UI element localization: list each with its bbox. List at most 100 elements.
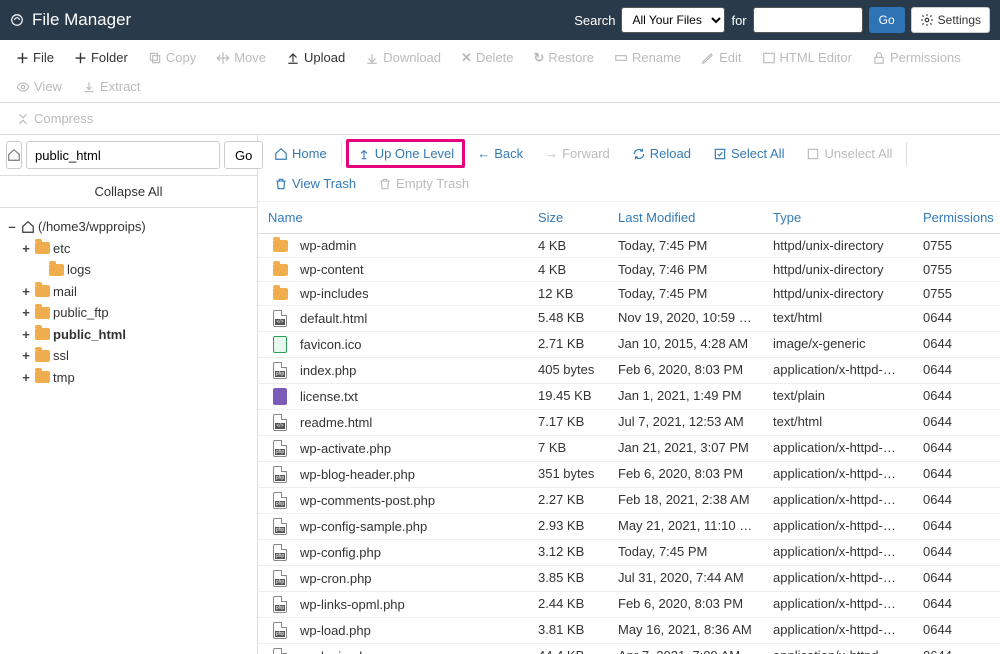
rename-button[interactable]: Rename — [604, 42, 691, 73]
search-scope-select[interactable]: All Your Files — [621, 7, 725, 33]
tree-toggle-icon[interactable]: + — [20, 325, 32, 345]
tree-node-label: ssl — [53, 346, 69, 366]
file-name: wp-comments-post.php — [300, 493, 435, 508]
folder-tree: – (/home3/wpproips) +etclogs+mail+public… — [0, 208, 257, 396]
file-modified: Apr 7, 2021, 7:09 AM — [608, 644, 763, 654]
table-row[interactable]: </>default.html5.48 KBNov 19, 2020, 10:5… — [258, 306, 1000, 332]
home-icon — [7, 148, 21, 162]
table-row[interactable]: phpwp-load.php3.81 KBMay 16, 2021, 8:36 … — [258, 618, 1000, 644]
html-editor-button[interactable]: HTML Editor — [752, 42, 862, 73]
file-size: 2.27 KB — [528, 488, 608, 513]
home-action[interactable]: Home — [264, 140, 337, 167]
file-modified: Feb 6, 2020, 8:03 PM — [608, 358, 763, 383]
empty-trash-action[interactable]: Empty Trash — [368, 170, 479, 197]
view-button[interactable]: View — [6, 73, 72, 100]
tree-toggle-icon[interactable]: + — [20, 239, 32, 259]
file-type: application/x-httpd-php — [763, 592, 913, 617]
table-row[interactable]: phpwp-comments-post.php2.27 KBFeb 18, 20… — [258, 488, 1000, 514]
reload-action[interactable]: Reload — [622, 140, 701, 167]
table-row[interactable]: phpwp-cron.php3.85 KBJul 31, 2020, 7:44 … — [258, 566, 1000, 592]
col-type-header[interactable]: Type — [763, 202, 913, 233]
table-row[interactable]: wp-includes12 KBToday, 7:45 PMhttpd/unix… — [258, 282, 1000, 306]
file-perms: 0644 — [913, 384, 993, 409]
tree-node[interactable]: +mail — [6, 281, 251, 303]
settings-button[interactable]: Settings — [911, 7, 990, 33]
folder-icon — [35, 307, 50, 319]
search-go-button[interactable]: Go — [869, 7, 905, 33]
file-type: httpd/unix-directory — [763, 282, 913, 305]
search-input[interactable] — [753, 7, 863, 33]
trash-icon — [378, 177, 392, 191]
copy-button[interactable]: Copy — [138, 42, 206, 73]
unselect-all-action[interactable]: Unselect All — [796, 140, 902, 167]
forward-action[interactable]: →Forward — [535, 140, 620, 167]
file-perms: 0644 — [913, 592, 993, 617]
view-trash-action[interactable]: View Trash — [264, 170, 366, 197]
for-label: for — [731, 13, 746, 28]
select-all-action[interactable]: Select All — [703, 140, 794, 167]
tree-toggle-icon[interactable]: – — [6, 217, 18, 237]
file-name: wp-includes — [300, 286, 369, 301]
tree-node[interactable]: +public_ftp — [6, 302, 251, 324]
file-type: application/x-httpd-php — [763, 462, 913, 487]
gear-icon — [920, 13, 934, 27]
file-type: application/x-httpd-php — [763, 540, 913, 565]
tree-toggle-icon[interactable]: + — [20, 368, 32, 388]
collapse-all-button[interactable]: Collapse All — [0, 176, 257, 208]
up-one-level-action[interactable]: Up One Level — [346, 139, 466, 168]
back-action[interactable]: ←Back — [467, 140, 533, 167]
file-modified: Today, 7:45 PM — [608, 282, 763, 305]
tree-node[interactable]: +etc — [6, 238, 251, 260]
upload-button[interactable]: Upload — [276, 42, 355, 73]
folder-button[interactable]: ＋Folder — [64, 42, 138, 73]
file-size: 351 bytes — [528, 462, 608, 487]
extract-button[interactable]: Extract — [72, 73, 150, 100]
file-name: readme.html — [300, 415, 372, 430]
edit-button[interactable]: Edit — [691, 42, 751, 73]
tree-node-label: tmp — [53, 368, 75, 388]
tree-toggle-icon[interactable]: + — [20, 346, 32, 366]
compress-button[interactable]: Compress — [6, 105, 103, 132]
table-row[interactable]: license.txt19.45 KBJan 1, 2021, 1:49 PMt… — [258, 384, 1000, 410]
table-row[interactable]: phpwp-activate.php7 KBJan 21, 2021, 3:07… — [258, 436, 1000, 462]
file-size: 7.17 KB — [528, 410, 608, 435]
table-row[interactable]: favicon.ico2.71 KBJan 10, 2015, 4:28 AMi… — [258, 332, 1000, 358]
move-button[interactable]: Move — [206, 42, 276, 73]
table-row[interactable]: phpwp-config-sample.php2.93 KBMay 21, 20… — [258, 514, 1000, 540]
tree-node[interactable]: +public_html — [6, 324, 251, 346]
content-area: Home Up One Level ←Back →Forward Reload … — [258, 135, 1000, 654]
path-home-button[interactable] — [6, 141, 22, 169]
tree-node[interactable]: logs — [6, 259, 251, 281]
file-type: application/x-httpd-php — [763, 488, 913, 513]
path-input[interactable] — [26, 141, 220, 169]
tree-node[interactable]: + tmp — [6, 367, 251, 389]
table-row[interactable]: phpwp-blog-header.php351 bytesFeb 6, 202… — [258, 462, 1000, 488]
table-row[interactable]: </>readme.html7.17 KBJul 7, 2021, 12:53 … — [258, 410, 1000, 436]
file-type: application/x-httpd-php — [763, 436, 913, 461]
restore-button[interactable]: ↻Restore — [524, 42, 604, 73]
col-modified-header[interactable]: Last Modified — [608, 202, 763, 233]
table-row[interactable]: wp-content4 KBToday, 7:46 PMhttpd/unix-d… — [258, 258, 1000, 282]
tree-node[interactable]: + ssl — [6, 345, 251, 367]
tree-toggle-icon[interactable]: + — [20, 303, 32, 323]
file-modified: Jan 1, 2021, 1:49 PM — [608, 384, 763, 409]
delete-button[interactable]: ✕Delete — [451, 42, 523, 73]
tree-toggle-icon[interactable]: + — [20, 282, 32, 302]
col-perms-header[interactable]: Permissions — [913, 202, 1000, 233]
file-modified: Feb 6, 2020, 8:03 PM — [608, 592, 763, 617]
tree-root[interactable]: – (/home3/wpproips) — [6, 216, 251, 238]
col-size-header[interactable]: Size — [528, 202, 608, 233]
permissions-button[interactable]: Permissions — [862, 42, 971, 73]
compress-icon — [16, 112, 30, 126]
file-button[interactable]: ＋File — [6, 42, 64, 73]
table-row[interactable]: phpindex.php405 bytesFeb 6, 2020, 8:03 P… — [258, 358, 1000, 384]
folder-icon — [273, 288, 288, 300]
table-row[interactable]: wp-admin4 KBToday, 7:45 PMhttpd/unix-dir… — [258, 234, 1000, 258]
table-row[interactable]: phpwp-login.php44.4 KBApr 7, 2021, 7:09 … — [258, 644, 1000, 654]
col-name-header[interactable]: Name — [258, 202, 528, 233]
table-row[interactable]: phpwp-links-opml.php2.44 KBFeb 6, 2020, … — [258, 592, 1000, 618]
table-row[interactable]: phpwp-config.php3.12 KBToday, 7:45 PMapp… — [258, 540, 1000, 566]
file-name: wp-blog-header.php — [300, 467, 415, 482]
toolbar: ＋File ＋Folder Copy Move Upload Download … — [0, 40, 1000, 103]
download-button[interactable]: Download — [355, 42, 451, 73]
